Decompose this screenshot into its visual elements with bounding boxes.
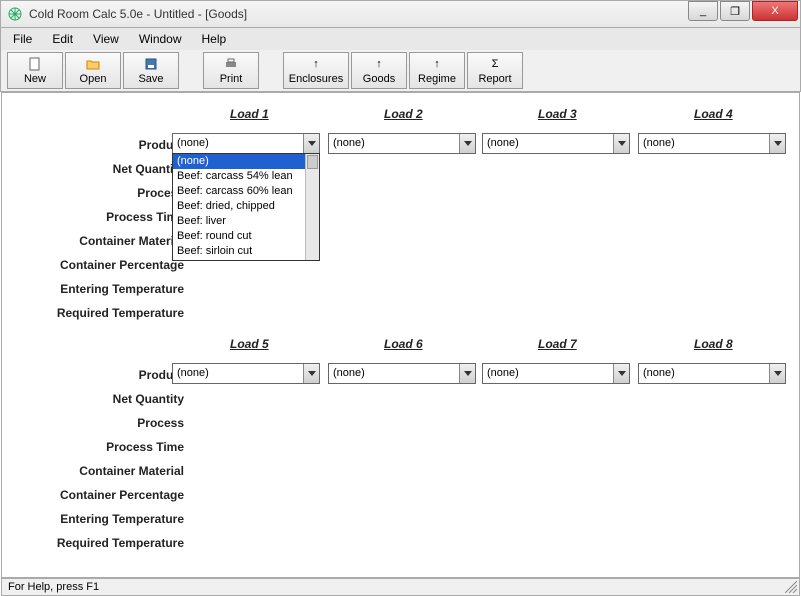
label-contpct: Container Percentage bbox=[2, 483, 192, 507]
header-load3: Load 3 bbox=[538, 107, 577, 121]
status-text: For Help, press F1 bbox=[8, 581, 99, 593]
toolbar-enclosures[interactable]: ↑Enclosures bbox=[283, 52, 349, 89]
dropdown-item[interactable]: Beef: sirloin cut bbox=[173, 244, 319, 259]
row-labels-top: Product Net Quantity Process Process Tim… bbox=[2, 133, 192, 325]
label-proctime: Process Time bbox=[2, 435, 192, 459]
dropdown-item[interactable]: (none) bbox=[173, 154, 319, 169]
dropdown-item[interactable]: Beef: liver bbox=[173, 214, 319, 229]
label-contpct: Container Percentage bbox=[2, 253, 192, 277]
header-load4: Load 4 bbox=[694, 107, 733, 121]
menubar: File Edit View Window Help bbox=[0, 28, 801, 50]
open-icon bbox=[86, 57, 100, 72]
dropdown-item[interactable]: Beef: round cut bbox=[173, 229, 319, 244]
dropdown-item[interactable]: Beef: veal, lean bbox=[173, 259, 319, 261]
toolbar-print[interactable]: Print bbox=[203, 52, 259, 89]
scroll-thumb[interactable] bbox=[307, 155, 318, 169]
app-icon bbox=[7, 6, 23, 22]
toolbar-new[interactable]: New bbox=[7, 52, 63, 89]
header-load8: Load 8 bbox=[694, 337, 733, 351]
toolbar-report[interactable]: ΣReport bbox=[467, 52, 523, 89]
combo-load2-product[interactable]: (none) bbox=[328, 133, 476, 154]
window-title: Cold Room Calc 5.0e - Untitled - [Goods] bbox=[29, 7, 794, 21]
combo-load6-product[interactable]: (none) bbox=[328, 363, 476, 384]
chevron-down-icon bbox=[613, 364, 629, 383]
row-labels-bottom: Product Net Quantity Process Process Tim… bbox=[2, 363, 192, 555]
label-netqty: Net Quantity bbox=[2, 157, 192, 181]
label-enttemp: Entering Temperature bbox=[2, 507, 192, 531]
window-controls: _ ❐ X bbox=[688, 1, 798, 21]
label-contmat: Container Material bbox=[2, 459, 192, 483]
toolbar: New Open Save Print ↑Enclosures ↑Goods ↑… bbox=[0, 50, 801, 92]
up-arrow-icon: ↑ bbox=[313, 57, 319, 72]
up-arrow-icon: ↑ bbox=[434, 57, 440, 72]
header-load6: Load 6 bbox=[384, 337, 423, 351]
label-enttemp: Entering Temperature bbox=[2, 277, 192, 301]
label-proctime: Process Time bbox=[2, 205, 192, 229]
label-product: Product bbox=[2, 133, 192, 157]
resize-grip[interactable] bbox=[785, 581, 797, 593]
label-process: Process bbox=[2, 411, 192, 435]
combo-load5-product[interactable]: (none) bbox=[172, 363, 320, 384]
toolbar-goods[interactable]: ↑Goods bbox=[351, 52, 407, 89]
menu-help[interactable]: Help bbox=[194, 30, 235, 48]
sigma-icon: Σ bbox=[492, 57, 499, 72]
close-button[interactable]: X bbox=[752, 1, 798, 21]
combo-load3-product[interactable]: (none) bbox=[482, 133, 630, 154]
toolbar-regime[interactable]: ↑Regime bbox=[409, 52, 465, 89]
combo-load1-product[interactable]: (none) bbox=[172, 133, 320, 154]
chevron-down-icon bbox=[303, 134, 319, 153]
up-arrow-icon: ↑ bbox=[376, 57, 382, 72]
combo-load8-product[interactable]: (none) bbox=[638, 363, 786, 384]
new-icon bbox=[28, 57, 42, 72]
label-reqtemp: Required Temperature bbox=[2, 301, 192, 325]
print-icon bbox=[224, 57, 238, 72]
toolbar-save[interactable]: Save bbox=[123, 52, 179, 89]
menu-edit[interactable]: Edit bbox=[44, 30, 81, 48]
header-load2: Load 2 bbox=[384, 107, 423, 121]
titlebar: Cold Room Calc 5.0e - Untitled - [Goods]… bbox=[0, 0, 801, 28]
dropdown-load1-product[interactable]: (none) Beef: carcass 54% lean Beef: carc… bbox=[172, 153, 320, 261]
label-netqty: Net Quantity bbox=[2, 387, 192, 411]
label-contmat: Container Material bbox=[2, 229, 192, 253]
header-load7: Load 7 bbox=[538, 337, 577, 351]
label-product: Product bbox=[2, 363, 192, 387]
minimize-button[interactable]: _ bbox=[688, 1, 718, 21]
chevron-down-icon bbox=[459, 134, 475, 153]
combo-load7-product[interactable]: (none) bbox=[482, 363, 630, 384]
chevron-down-icon bbox=[303, 364, 319, 383]
chevron-down-icon bbox=[769, 134, 785, 153]
label-process: Process bbox=[2, 181, 192, 205]
save-icon bbox=[144, 57, 158, 72]
combo-load4-product[interactable]: (none) bbox=[638, 133, 786, 154]
chevron-down-icon bbox=[613, 134, 629, 153]
menu-view[interactable]: View bbox=[85, 30, 127, 48]
label-reqtemp: Required Temperature bbox=[2, 531, 192, 555]
statusbar: For Help, press F1 bbox=[1, 578, 800, 596]
chevron-down-icon bbox=[459, 364, 475, 383]
dropdown-item[interactable]: Beef: carcass 54% lean bbox=[173, 169, 319, 184]
client-area: Load 1 Load 2 Load 3 Load 4 Product Net … bbox=[1, 92, 800, 578]
dropdown-item[interactable]: Beef: dried, chipped bbox=[173, 199, 319, 214]
header-load1: Load 1 bbox=[230, 107, 269, 121]
header-load5: Load 5 bbox=[230, 337, 269, 351]
toolbar-open[interactable]: Open bbox=[65, 52, 121, 89]
dropdown-item[interactable]: Beef: carcass 60% lean bbox=[173, 184, 319, 199]
menu-window[interactable]: Window bbox=[131, 30, 190, 48]
chevron-down-icon bbox=[769, 364, 785, 383]
maximize-button[interactable]: ❐ bbox=[720, 1, 750, 21]
menu-file[interactable]: File bbox=[5, 30, 40, 48]
scrollbar[interactable] bbox=[305, 154, 319, 260]
